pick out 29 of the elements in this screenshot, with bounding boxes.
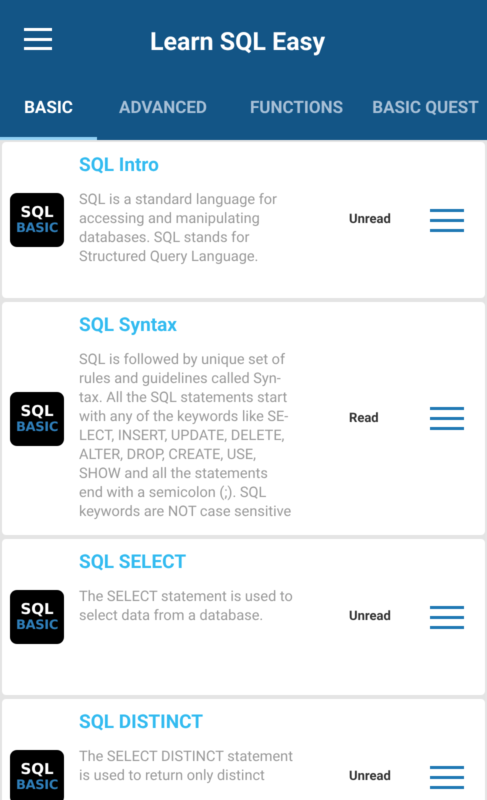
lesson-description: The SELECT statement is used to select data from a database. <box>79 587 294 625</box>
sql-basic-icon: SQL BASIC <box>10 193 64 247</box>
lesson-title: SQL Syntax <box>79 312 178 338</box>
lesson-description: SQL is a standard language for accessing and manipulating databases. SQL stands for Structured Query Language. <box>79 190 278 266</box>
menu-icon[interactable] <box>430 766 464 788</box>
sql-basic-icon: SQL BASIC <box>10 590 64 644</box>
sql-basic-icon: SQL BASIC <box>10 392 64 446</box>
lesson-card[interactable] <box>2 302 485 535</box>
lesson-description: SQL is followed by unique set of rules and guidelines called Syn- tax. All the SQL statements start with any of the keywords like SE- LECT, INSERT, UPDATE, DELETE, ALTER, DROP, CREATE, USE, SHOW and all the statements end with a semicolon (;). SQL keywords are NOT case sensitive <box>79 350 292 521</box>
tab[interactable]: ADVANCED <box>97 78 229 140</box>
lesson-description: The SELECT DISTINCT statement is used to return only distinct <box>79 747 294 785</box>
menu-icon[interactable] <box>430 606 464 628</box>
menu-icon[interactable] <box>430 208 464 232</box>
lesson-title: SQL DISTINCT <box>79 709 204 735</box>
lesson-card[interactable]: SQL BASIC SQL Intro SQL is a standard language for accessing and manipulating databases. SQL stands for Structured Query Language. Unread <box>2 142 485 298</box>
app-title: Learn SQL Easy <box>150 27 326 59</box>
tab[interactable]: FUNCTIONS <box>229 78 364 140</box>
sql-basic-icon: SQL BASIC <box>10 750 64 800</box>
lesson-card[interactable]: SQL BASIC SQL SELECT The SELECT statement is used to select data from a database. Unread <box>2 539 485 695</box>
lesson-card[interactable]: SQL BASIC SQL DISTINCT The SELECT DISTINCT statement is used to return only distinct Unread <box>2 699 485 800</box>
read-status: Read <box>349 410 380 428</box>
menu-button[interactable] <box>24 28 52 50</box>
read-status: Unread <box>349 768 392 786</box>
menu-icon[interactable] <box>430 407 464 430</box>
read-status: Unread <box>349 211 392 230</box>
read-status: Unread <box>349 608 392 626</box>
lesson-title: SQL SELECT <box>79 549 188 575</box>
tab[interactable]: BASIC QUEST <box>364 78 487 140</box>
lesson-title: SQL Intro <box>79 152 160 178</box>
